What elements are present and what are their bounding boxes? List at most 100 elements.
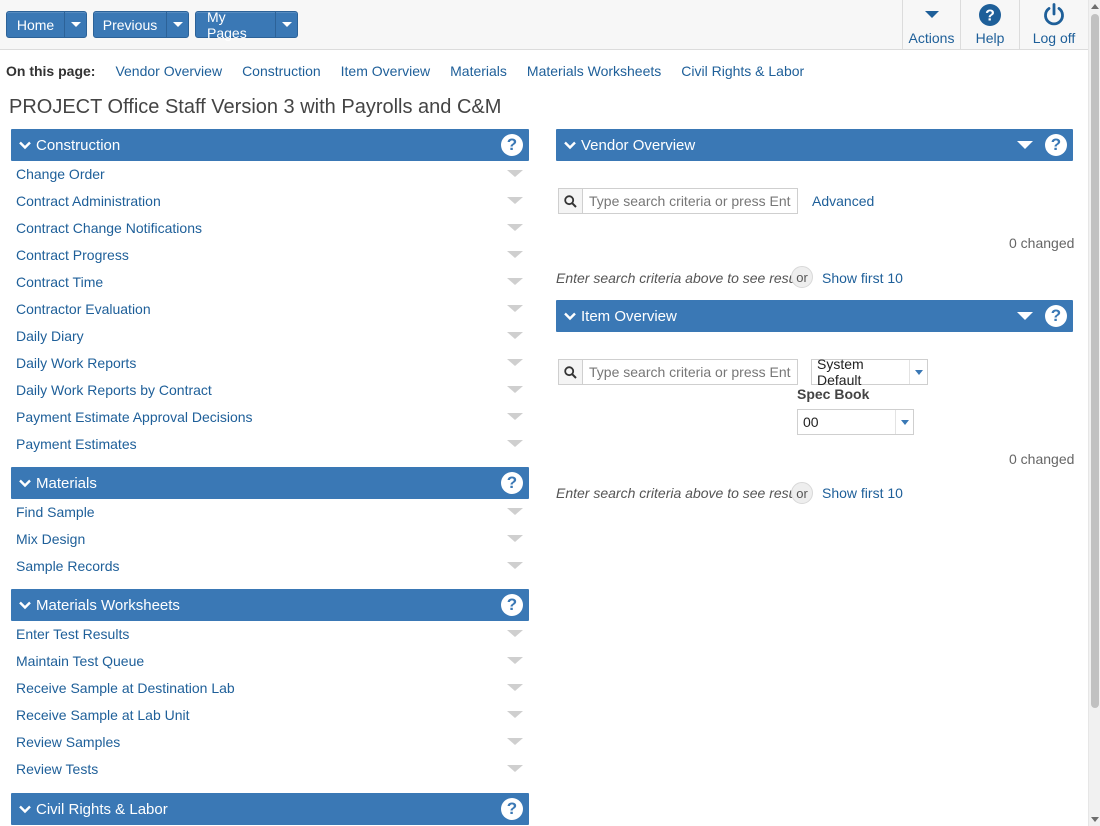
construction-link[interactable]: Contract Time (16, 274, 103, 290)
my-pages-button[interactable]: My Pages (195, 9, 298, 41)
materials-worksheets-link[interactable]: Review Tests (16, 761, 98, 777)
chevron-down-icon[interactable] (909, 360, 927, 384)
construction-link[interactable]: Contractor Evaluation (16, 301, 151, 317)
row-menu-caret-icon[interactable] (507, 440, 523, 447)
construction-link[interactable]: Contract Change Notifications (16, 220, 202, 236)
materials-worksheets-link[interactable]: Receive Sample at Destination Lab (16, 680, 235, 696)
row-menu-caret-icon[interactable] (507, 251, 523, 258)
materials-worksheets-link[interactable]: Maintain Test Queue (16, 653, 144, 669)
construction-link[interactable]: Change Order (16, 166, 105, 182)
logoff-button[interactable]: Log off (1019, 0, 1088, 50)
row-menu-caret-icon[interactable] (507, 684, 523, 691)
row-menu-caret-icon[interactable] (507, 224, 523, 231)
row-menu-caret-icon[interactable] (507, 738, 523, 745)
materials-worksheets-link[interactable]: Review Samples (16, 734, 120, 750)
jump-link-materials-worksheets[interactable]: Materials Worksheets (527, 63, 661, 79)
materials-worksheets-panel-title[interactable]: Materials Worksheets (36, 597, 501, 614)
construction-link[interactable]: Payment Estimate Approval Decisions (16, 409, 253, 425)
item-search-input[interactable] (583, 360, 797, 384)
construction-link[interactable]: Contract Progress (16, 247, 129, 263)
help-button[interactable]: ? Help (960, 0, 1019, 50)
construction-link[interactable]: Daily Work Reports by Contract (16, 382, 212, 398)
materials-link[interactable]: Sample Records (16, 558, 120, 574)
panel-menu-caret-icon[interactable] (1017, 312, 1033, 320)
row-menu-caret-icon[interactable] (507, 332, 523, 339)
row-menu-caret-icon[interactable] (507, 278, 523, 285)
collapse-chevron-icon[interactable] (19, 599, 31, 611)
collapse-chevron-icon[interactable] (564, 310, 576, 322)
row-menu-caret-icon[interactable] (507, 535, 523, 542)
jump-link-construction[interactable]: Construction (242, 63, 321, 79)
materials-link[interactable]: Mix Design (16, 531, 85, 547)
my-pages-dropdown-toggle[interactable] (275, 12, 297, 37)
search-icon[interactable] (559, 189, 583, 213)
help-icon[interactable]: ? (1045, 134, 1067, 156)
vertical-scrollbar[interactable] (1088, 0, 1100, 826)
row-menu-caret-icon[interactable] (507, 197, 523, 204)
jump-link-materials[interactable]: Materials (450, 63, 507, 79)
construction-link[interactable]: Contract Administration (16, 193, 161, 209)
show-first-10-link[interactable]: Show first 10 (822, 270, 903, 286)
actions-button[interactable]: Actions (902, 0, 960, 50)
chevron-down-icon (281, 22, 292, 27)
civil-rights-labor-panel-title[interactable]: Civil Rights & Labor (36, 801, 501, 818)
show-first-10-link[interactable]: Show first 10 (822, 485, 903, 501)
vendor-overview-panel-title[interactable]: Vendor Overview (581, 137, 1017, 154)
item-overview-panel-title[interactable]: Item Overview (581, 308, 1017, 325)
construction-link[interactable]: Payment Estimates (16, 436, 137, 452)
row-menu-caret-icon[interactable] (507, 305, 523, 312)
item-search-box (558, 359, 798, 385)
jump-link-civil-rights-labor[interactable]: Civil Rights & Labor (681, 63, 804, 79)
row-menu-caret-icon[interactable] (507, 711, 523, 718)
construction-link[interactable]: Daily Work Reports (16, 355, 136, 371)
page-title: PROJECT Office Staff Version 3 with Payr… (9, 96, 502, 118)
panel-menu-caret-icon[interactable] (1017, 141, 1033, 149)
spec-book-select[interactable]: 00 (797, 409, 914, 435)
row-menu-caret-icon[interactable] (507, 359, 523, 366)
help-icon[interactable]: ? (501, 472, 523, 494)
row-menu-caret-icon[interactable] (507, 562, 523, 569)
home-dropdown-toggle[interactable] (64, 12, 86, 37)
help-icon[interactable]: ? (501, 798, 523, 820)
materials-worksheets-link[interactable]: Enter Test Results (16, 626, 129, 642)
row-menu-caret-icon[interactable] (507, 630, 523, 637)
search-profile-select[interactable]: System Default (811, 356, 928, 388)
collapse-chevron-icon[interactable] (19, 803, 31, 815)
jump-link-vendor-overview[interactable]: Vendor Overview (115, 63, 222, 79)
row-menu-caret-icon[interactable] (507, 765, 523, 772)
previous-dropdown-toggle[interactable] (166, 12, 188, 37)
jump-link-item-overview[interactable]: Item Overview (341, 63, 430, 79)
collapse-chevron-icon[interactable] (564, 139, 576, 151)
scroll-down-icon[interactable] (1091, 817, 1099, 822)
search-icon[interactable] (559, 360, 583, 384)
materials-link-list: Find Sample Mix Design Sample Records (16, 498, 523, 579)
row-menu-caret-icon[interactable] (507, 170, 523, 177)
scrollbar-thumb[interactable] (1091, 14, 1099, 708)
materials-worksheets-link[interactable]: Receive Sample at Lab Unit (16, 707, 190, 723)
materials-link[interactable]: Find Sample (16, 504, 95, 520)
list-item: Contract Administration (16, 187, 523, 214)
previous-button[interactable]: Previous (93, 11, 189, 38)
list-item: Payment Estimate Approval Decisions (16, 403, 523, 430)
search-hint: Enter search criteria above to see resul… (556, 485, 811, 501)
list-item: Enter Test Results (16, 620, 523, 647)
help-icon[interactable]: ? (501, 134, 523, 156)
scroll-up-icon[interactable] (1091, 4, 1099, 9)
help-icon[interactable]: ? (501, 594, 523, 616)
row-menu-caret-icon[interactable] (507, 508, 523, 515)
logoff-label: Log off (1032, 30, 1076, 46)
row-menu-caret-icon[interactable] (507, 657, 523, 664)
row-menu-caret-icon[interactable] (507, 386, 523, 393)
help-icon[interactable]: ? (1045, 305, 1067, 327)
chevron-down-icon[interactable] (895, 410, 913, 434)
advanced-search-link[interactable]: Advanced (812, 193, 874, 209)
materials-panel-title[interactable]: Materials (36, 475, 501, 492)
construction-panel-title[interactable]: Construction (36, 137, 501, 154)
construction-link[interactable]: Daily Diary (16, 328, 84, 344)
collapse-chevron-icon[interactable] (19, 139, 31, 151)
list-item: Contract Change Notifications (16, 214, 523, 241)
home-button[interactable]: Home (6, 11, 87, 38)
row-menu-caret-icon[interactable] (507, 413, 523, 420)
vendor-search-input[interactable] (583, 189, 797, 213)
collapse-chevron-icon[interactable] (19, 477, 31, 489)
